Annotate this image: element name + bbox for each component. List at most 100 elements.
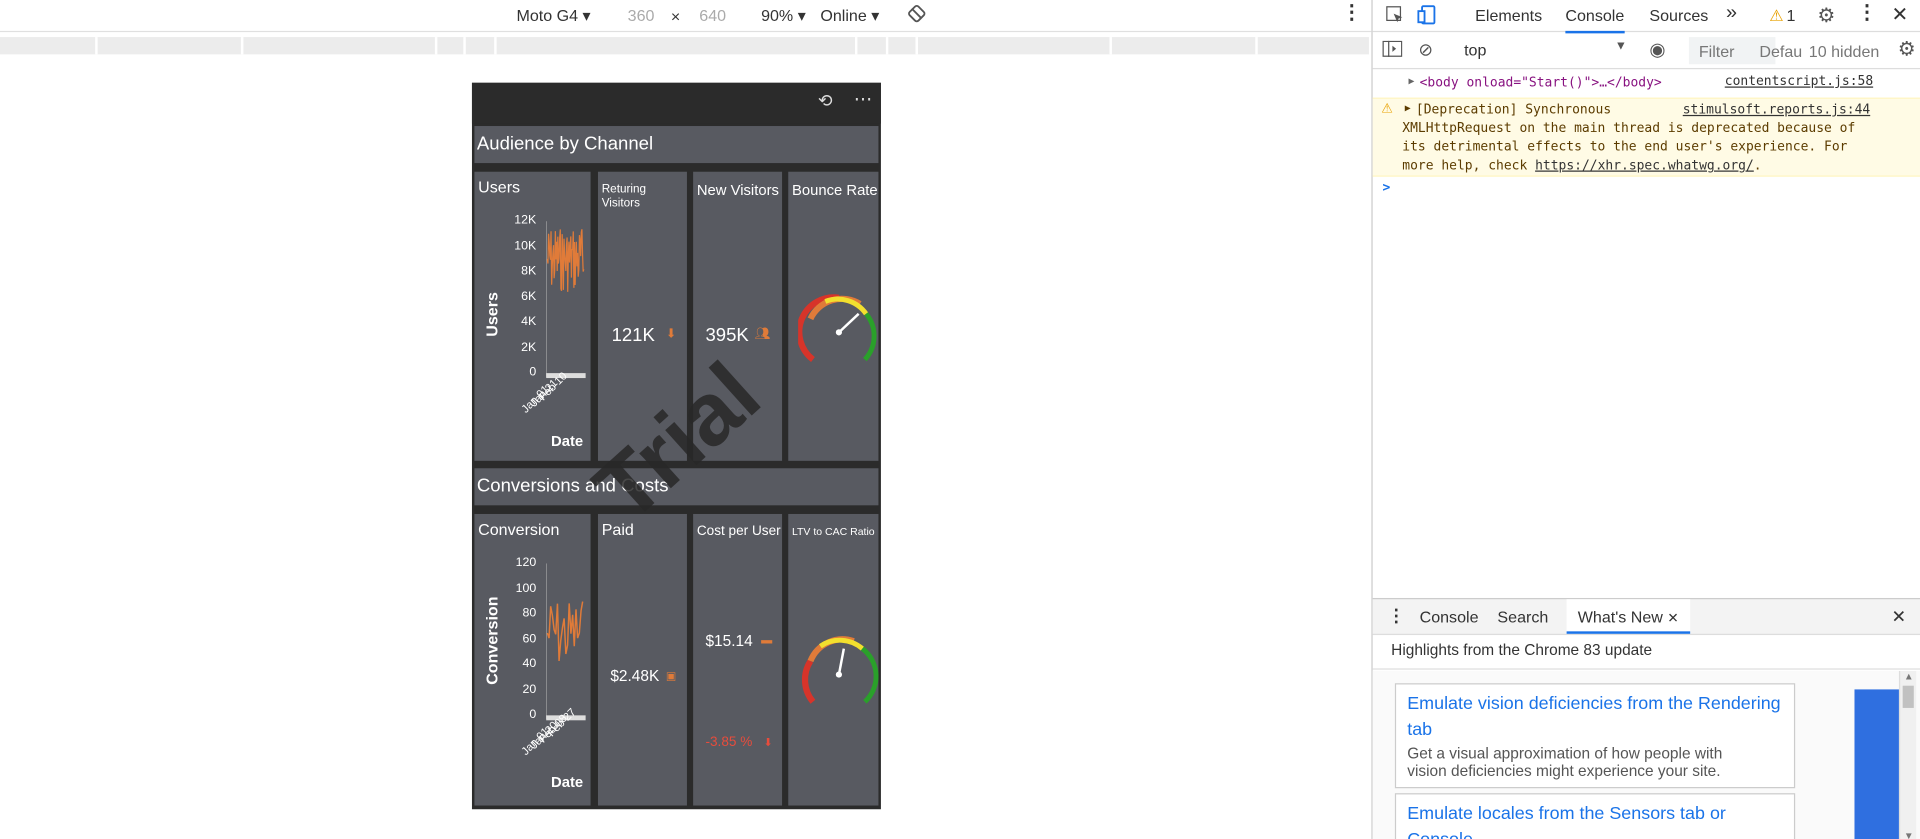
warning-period: .	[1753, 158, 1762, 173]
drawer-scrollbar[interactable]: ▲ ▼	[1898, 670, 1917, 839]
warning-count[interactable]: 1	[1787, 6, 1796, 25]
levels-select[interactable]: Defau	[1759, 42, 1802, 61]
tab-console[interactable]: Console	[1565, 6, 1625, 34]
conversion-y-tick-label: 120	[515, 555, 537, 570]
eye-icon[interactable]: ◉	[1649, 38, 1665, 61]
close-drawer-icon[interactable]: ✕	[1892, 607, 1906, 628]
card-1-title-b[interactable]: tab	[1407, 715, 1783, 745]
cost-per-user-panel: Cost per User $15.14 ▬ -3.85 % ⬇	[693, 513, 783, 806]
hidden-count: 10 hidden	[1808, 42, 1880, 61]
promo-image	[1854, 689, 1899, 839]
warning-line-2: XMLHttpRequest on the main thread is dep…	[1402, 121, 1856, 136]
paid-title: Paid	[601, 520, 634, 539]
xhr-spec-link[interactable]: https://xhr.spec.whatwg.org/	[1535, 158, 1754, 173]
width-input[interactable]: 360	[628, 6, 655, 25]
conversion-x-axis-label: Date	[551, 773, 584, 791]
warning-expand-icon[interactable]: ▶	[1405, 103, 1411, 114]
conversion-y-tick-label: 20	[522, 682, 537, 697]
users-y-tick-label: 2K	[521, 340, 537, 354]
whats-new-card-2[interactable]: Emulate locales from the Sensors tab or …	[1394, 793, 1796, 839]
settings-icon[interactable]: ⚙	[1817, 4, 1835, 29]
network-value: Online	[820, 6, 867, 25]
tab-sources[interactable]: Sources	[1649, 6, 1708, 25]
menu-dots-icon[interactable]: ⋯	[854, 88, 873, 110]
scroll-up-icon[interactable]: ▲	[1904, 671, 1914, 682]
devtools-drawer-tabbar: ⋮ Console Search What's New ✕ ✕	[1372, 597, 1920, 636]
card-icon: ▬	[761, 633, 773, 647]
rotate-icon[interactable]	[907, 4, 927, 27]
emulation-toolbar: Moto G4 ▾ 360 × 640 90% ▾ Online ▾ ⋮	[0, 0, 1372, 33]
ltv-cac-panel: LTV to CAC Ratio	[788, 513, 879, 806]
network-select[interactable]: Online ▾	[820, 6, 879, 26]
conversion-y-tick-label: 40	[522, 657, 537, 671]
warning-heading: [Deprecation] Synchronous	[1415, 102, 1612, 118]
drawer-tab-whats-new[interactable]: What's New ✕	[1566, 599, 1690, 634]
arrow-down-icon: ⬇	[763, 736, 773, 749]
scroll-thumb[interactable]	[1902, 685, 1914, 708]
console-toolbar: ⊘ top ▼ ◉ Filter Defau 10 hidden ⚙	[1372, 32, 1920, 70]
new-visitors-title: New Visitors	[696, 181, 779, 199]
log-body-element[interactable]: <body onload="Start()">…</body>	[1420, 75, 1662, 90]
more-options-icon[interactable]: ⋮	[1342, 3, 1362, 24]
ltv-cac-gauge	[801, 636, 879, 704]
close-devtools-icon[interactable]: ✕	[1892, 2, 1909, 27]
media-query-ruler[interactable]	[0, 37, 1369, 55]
cost-per-user-value: $15.14	[705, 632, 753, 650]
cost-per-user-title: Cost per User	[696, 523, 781, 539]
bounce-rate-gauge	[798, 294, 877, 362]
scroll-down-icon[interactable]: ▼	[1904, 830, 1914, 839]
wallet-icon: ▣	[665, 669, 677, 682]
conversion-y-tick-label: 80	[522, 606, 537, 621]
new-visitors-panel: New Visitors 395K 👥︎	[693, 171, 783, 461]
height-input[interactable]: 640	[699, 6, 726, 25]
console-warning-row: ⚠ ▶ [Deprecation] Synchronous stimulsoft…	[1372, 97, 1920, 177]
users-chart-panel: Users Users 12K 10K 8K 6K 4K 2K 0 Jan 01 Jan 21…	[474, 171, 591, 461]
drawer-tab-console[interactable]: Console	[1420, 608, 1479, 627]
tab-elements[interactable]: Elements	[1475, 6, 1542, 25]
conversion-chart-title: Conversion	[478, 520, 560, 539]
device-name: Moto G4	[516, 6, 579, 25]
card-1-title-a[interactable]: Emulate vision deficiencies from the Ren…	[1407, 689, 1783, 719]
conversion-y-tick-label: 100	[515, 581, 537, 595]
expand-arrow-icon[interactable]: ▶	[1408, 75, 1414, 86]
drawer-menu-icon[interactable]: ⋮	[1387, 605, 1404, 625]
context-select[interactable]: top	[1464, 41, 1486, 60]
whats-new-card-1[interactable]: Emulate vision deficiencies from the Ren…	[1394, 683, 1796, 789]
devtools-menu-icon[interactable]: ⋮	[1857, 3, 1877, 24]
drawer-tab-search[interactable]: Search	[1497, 608, 1548, 627]
log-source-link[interactable]: contentscript.js:58	[1725, 74, 1873, 89]
devtools-panel: Elements Console Sources » ⚠ 1 ⚙ ⋮ ✕ ⊘ t…	[1371, 0, 1920, 839]
more-tabs-icon[interactable]: »	[1726, 2, 1737, 24]
inspect-icon[interactable]	[1385, 5, 1405, 28]
drawer-tab-whats-new-label: What's New	[1577, 607, 1663, 627]
users-y-tick-label: 12K	[514, 213, 537, 228]
clear-console-icon[interactable]: ⊘	[1418, 40, 1432, 61]
paid-value: $2.48K	[610, 667, 660, 685]
device-toggle-icon[interactable]	[1417, 5, 1437, 28]
users-line-chart	[546, 221, 586, 379]
close-tab-icon[interactable]: ✕	[1667, 612, 1678, 627]
users-y-tick-label: 10K	[514, 239, 537, 253]
device-select[interactable]: Moto G4 ▾	[516, 6, 590, 26]
returning-visitors-panel: Returing Visitors 121K ⬇	[597, 171, 687, 461]
users-y-tick-label: 8K	[521, 264, 537, 278]
warning-icon[interactable]: ⚠	[1769, 6, 1783, 26]
paid-panel: Paid $2.48K ▣	[597, 513, 687, 806]
conversion-y-axis-label: Conversion	[482, 596, 501, 685]
console-settings-icon[interactable]: ⚙	[1898, 37, 1916, 62]
console-prompt[interactable]: >	[1373, 180, 1920, 200]
refresh-icon[interactable]: ⟲	[818, 90, 832, 111]
warning-line-4: more help, check https://xhr.spec.whatwg…	[1402, 158, 1761, 173]
sidebar-toggle-icon[interactable]	[1382, 40, 1403, 62]
returning-visitors-value: 121K	[611, 324, 655, 346]
context-chevron-icon[interactable]: ▼	[1615, 40, 1627, 54]
conversion-y-tick-label: 0	[529, 707, 537, 722]
users-icon: 👥︎	[754, 327, 771, 341]
bounce-rate-panel: Bounce Rate	[788, 171, 879, 461]
users-x-axis-label: Date	[551, 432, 584, 450]
warning-source-link[interactable]: stimulsoft.reports.js:44	[1683, 103, 1870, 118]
section-title-audience: Audience by Channel	[474, 126, 879, 164]
users-y-axis-label: Users	[482, 292, 501, 337]
zoom-select[interactable]: 90% ▾	[761, 6, 806, 26]
users-y-tick-label: 0	[529, 365, 537, 380]
